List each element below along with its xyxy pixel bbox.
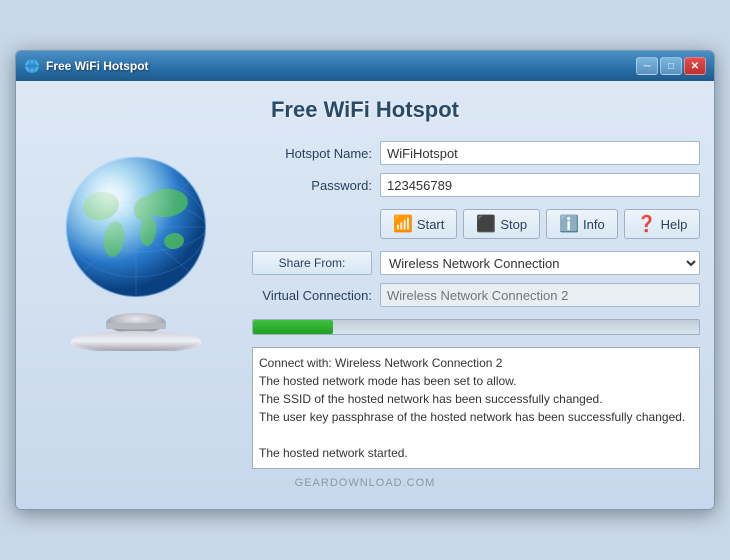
info-label: Info: [583, 217, 605, 232]
share-from-label-btn[interactable]: Share From:: [252, 251, 372, 275]
globe-container: [46, 151, 226, 351]
app-icon: [24, 58, 40, 74]
help-icon: ❓: [637, 214, 657, 234]
watermark: GEARDOWNLOAD.COM: [36, 477, 694, 489]
main-window: Free WiFi Hotspot ─ □ ✕ Free WiFi Hotspo…: [15, 50, 715, 510]
help-button[interactable]: ❓ Help: [624, 209, 701, 239]
progress-bar-container: [252, 319, 700, 335]
share-from-select[interactable]: Wireless Network Connection: [380, 251, 700, 275]
virtual-connection-input: [380, 283, 700, 307]
globe-section: [36, 141, 236, 351]
globe-stand: [66, 311, 206, 351]
start-icon: 📶: [393, 214, 413, 234]
log-line: The hosted network started.: [259, 444, 693, 462]
action-buttons: 📶 Start ⬛ Stop ℹ️ Info ❓ Help: [252, 209, 700, 239]
log-area[interactable]: Connect with: Wireless Network Connectio…: [252, 347, 700, 469]
share-from-row: Share From: Wireless Network Connection: [252, 251, 700, 275]
minimize-button[interactable]: ─: [636, 57, 658, 75]
maximize-button[interactable]: □: [660, 57, 682, 75]
virtual-connection-row: Virtual Connection:: [252, 283, 700, 307]
stop-button[interactable]: ⬛ Stop: [463, 209, 540, 239]
info-icon: ℹ️: [559, 214, 579, 234]
log-line: The user key passphrase of the hosted ne…: [259, 408, 693, 426]
main-area: Hotspot Name: Password: 📶 Start ⬛: [36, 141, 694, 469]
stop-icon: ⬛: [476, 214, 496, 234]
progress-bar-fill: [253, 320, 333, 334]
log-line: Connect with: Wireless Network Connectio…: [259, 354, 693, 372]
title-bar-left: Free WiFi Hotspot: [24, 58, 149, 74]
hotspot-name-input[interactable]: [380, 141, 700, 165]
start-button[interactable]: 📶 Start: [380, 209, 457, 239]
start-label: Start: [417, 217, 444, 232]
log-line: The hosted network mode has been set to …: [259, 372, 693, 390]
app-title: Free WiFi Hotspot: [36, 97, 694, 123]
stop-label: Stop: [500, 217, 527, 232]
hotspot-name-label: Hotspot Name:: [252, 146, 372, 161]
log-lines: Connect with: Wireless Network Connectio…: [259, 354, 693, 462]
title-bar-controls: ─ □ ✕: [636, 57, 706, 75]
hotspot-name-row: Hotspot Name:: [252, 141, 700, 165]
close-button[interactable]: ✕: [684, 57, 706, 75]
password-row: Password:: [252, 173, 700, 197]
virtual-connection-label: Virtual Connection:: [252, 288, 372, 303]
help-label: Help: [661, 217, 688, 232]
password-input[interactable]: [380, 173, 700, 197]
controls-section: Hotspot Name: Password: 📶 Start ⬛: [252, 141, 700, 469]
log-line: The SSID of the hosted network has been …: [259, 390, 693, 408]
title-bar: Free WiFi Hotspot ─ □ ✕: [16, 51, 714, 81]
info-button[interactable]: ℹ️ Info: [546, 209, 618, 239]
log-line: [259, 426, 693, 444]
globe-image: [56, 151, 216, 311]
window-content: Free WiFi Hotspot: [16, 81, 714, 509]
password-label: Password:: [252, 178, 372, 193]
title-text: Free WiFi Hotspot: [46, 59, 149, 73]
